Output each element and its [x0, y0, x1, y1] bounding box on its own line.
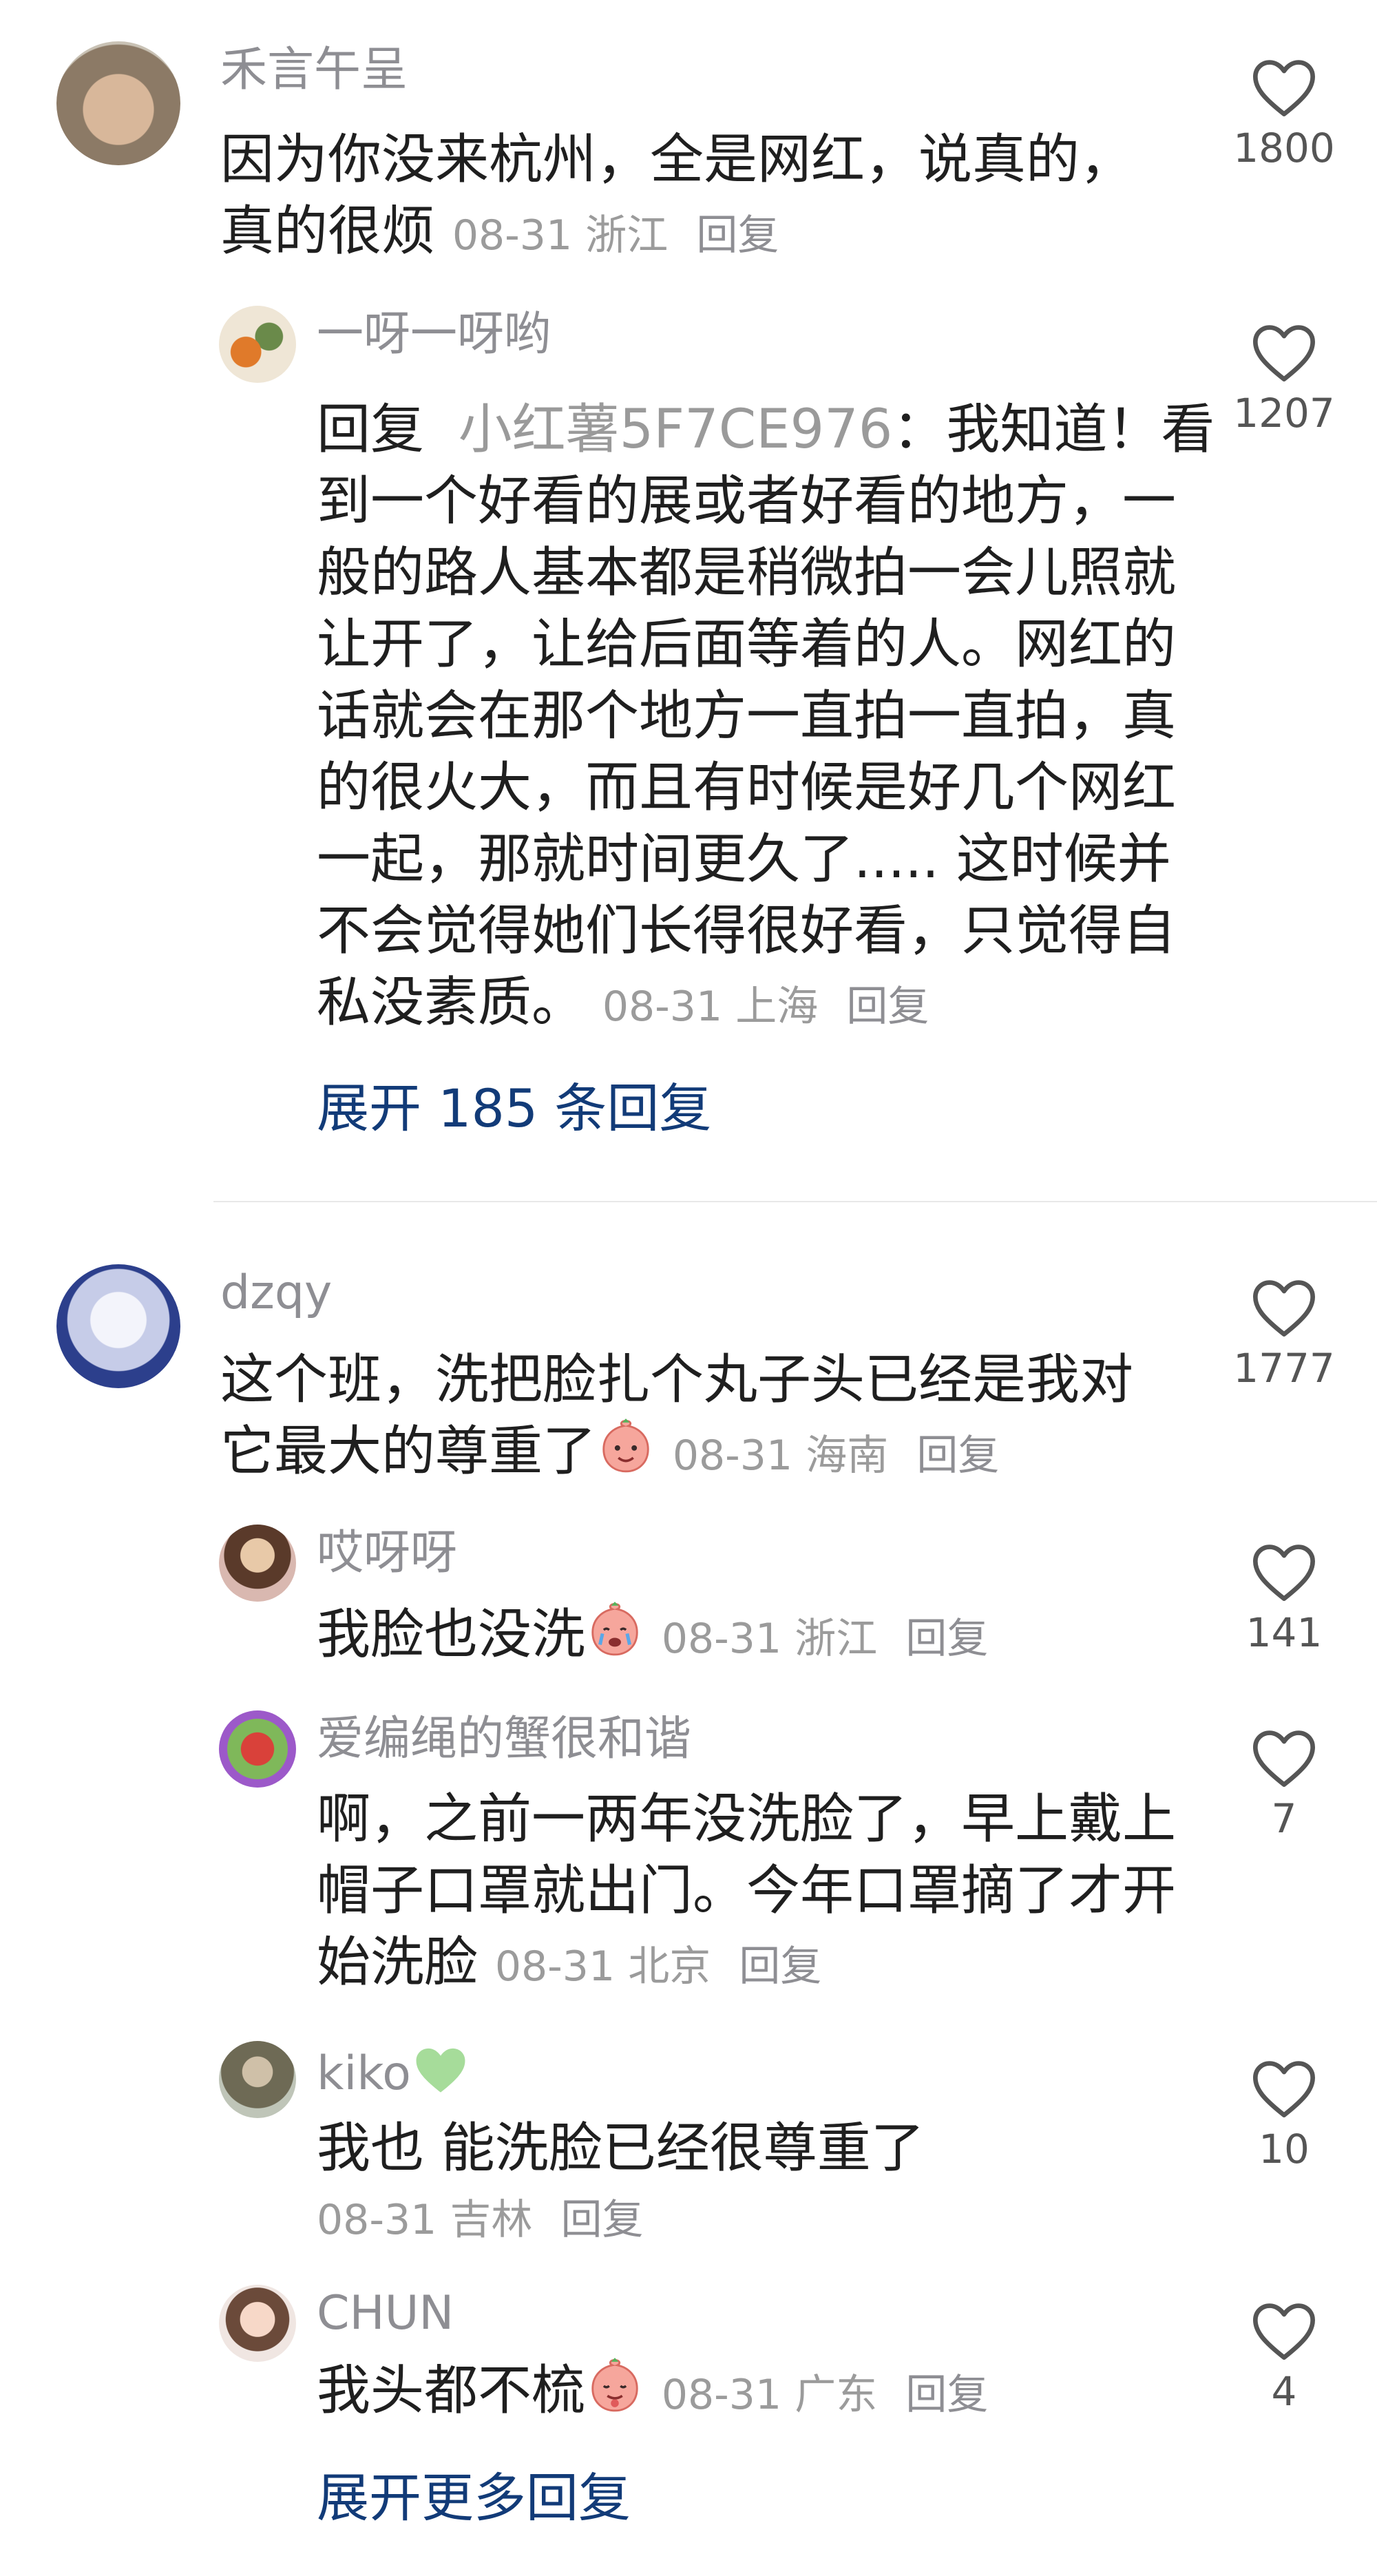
- reply-button[interactable]: 回复: [905, 2371, 988, 2419]
- reply-meta: 08-31 广东 回复: [662, 2371, 989, 2419]
- reply-line: 帽子口罩就出门。今年口罩摘了才开: [317, 1860, 1177, 1922]
- reply-text: 啊，之前一两年没洗脸了，早上戴上 帽子口罩就出门。今年口罩摘了才开 始洗脸 08…: [317, 1783, 1176, 2002]
- reply-date: 08-31: [661, 1615, 782, 1663]
- username[interactable]: kiko: [317, 2042, 470, 2102]
- comment-meta: 08-31 海南 回复: [673, 1432, 1000, 1480]
- reply-text: 回复 小红薯5F7CE976：我知道！看 到一个好看的展或者好看的地方，一 般的…: [317, 394, 1215, 1043]
- avatar[interactable]: [219, 1525, 296, 1602]
- heart-outline-icon: [1253, 60, 1315, 116]
- comment-date: 08-31: [452, 211, 573, 260]
- expand-more-replies-button[interactable]: 展开更多回复: [317, 2465, 631, 2531]
- reply-button[interactable]: 回复: [739, 1943, 821, 1991]
- reply-location: 广东: [795, 2371, 878, 2419]
- avatar[interactable]: [219, 2041, 296, 2118]
- reply-button[interactable]: 回复: [916, 1432, 999, 1480]
- reply-button[interactable]: 回复: [846, 983, 929, 1031]
- emoji-face-icon: [585, 1600, 644, 1677]
- like-count: 7: [1271, 1795, 1297, 1842]
- reply-date: 08-31: [494, 1943, 616, 1991]
- mention-link[interactable]: 小红薯5F7CE976: [459, 399, 893, 461]
- green-heart-icon: [416, 2048, 465, 2093]
- like-count: 1207: [1233, 390, 1335, 437]
- avatar[interactable]: [219, 1710, 296, 1788]
- like-button[interactable]: 7: [1215, 1726, 1353, 1843]
- like-count: 141: [1245, 1609, 1323, 1656]
- like-button[interactable]: 10: [1215, 2056, 1353, 2173]
- username[interactable]: 一呀一呀哟: [317, 307, 551, 362]
- reply-meta: 08-31 吉林 回复: [317, 2184, 925, 2256]
- reply-line: 到一个好看的展或者好看的地方，一: [317, 470, 1177, 532]
- heart-outline-icon: [1253, 2303, 1315, 2360]
- emoji-face-icon: [585, 2356, 644, 2433]
- reply-button[interactable]: 回复: [696, 211, 779, 260]
- reply-line: 私没素质。: [317, 972, 586, 1034]
- heart-outline-icon: [1253, 325, 1315, 381]
- heart-outline-icon: [1253, 1730, 1315, 1787]
- reply-line: 让开了，让给后面等着的人。网红的: [317, 614, 1177, 676]
- reply-line: 我头都不梳: [317, 2360, 586, 2422]
- reply-meta: 08-31 北京 回复: [495, 1943, 822, 1991]
- avatar[interactable]: [219, 2285, 296, 2362]
- reply-location: 吉林: [450, 2196, 533, 2244]
- reply-text: 我头都不梳 08-31 广东 回复: [317, 2355, 988, 2433]
- heart-outline-icon: [1253, 1280, 1315, 1337]
- comment-location: 浙江: [585, 211, 669, 260]
- expand-replies-button[interactable]: 展开 185 条回复: [317, 1076, 711, 1142]
- username[interactable]: CHUN: [317, 2286, 454, 2341]
- reply-location: 上海: [735, 983, 819, 1031]
- comment-text: 因为你没来杭州，全是网红，说真的， 真的很烦 08-31 浙江 回复: [220, 124, 1133, 271]
- reply-text: 我脸也没洗 08-31 浙江 回复: [317, 1599, 988, 1677]
- reply-line: 一起，那就时间更久了..... 这时候并: [317, 828, 1171, 890]
- reply-meta: 08-31 浙江 回复: [662, 1615, 989, 1663]
- reply-date: 08-31: [661, 2371, 782, 2419]
- reply-line: 的很火大，而且有时候是好几个网红: [317, 757, 1177, 819]
- emoji-face-icon: [596, 1417, 655, 1494]
- reply-line: 我脸也没洗: [317, 1604, 586, 1666]
- reply-meta: 08-31 上海 回复: [602, 983, 929, 1031]
- like-count: 1800: [1233, 125, 1335, 171]
- like-count: 10: [1259, 2126, 1310, 2172]
- reply-location: 浙江: [795, 1615, 878, 1663]
- username-text: kiko: [317, 2046, 411, 2101]
- reply-line: 始洗脸: [317, 1931, 479, 1993]
- comment-line: 它最大的尊重了: [220, 1421, 597, 1483]
- reply-line: ：我知道！看: [892, 399, 1215, 461]
- like-count: 4: [1271, 2368, 1297, 2415]
- comment-location: 海南: [806, 1432, 889, 1480]
- comment-text: 这个班，洗把脸扎个丸子头已经是我对 它最大的尊重了 08-31 海南 回复: [220, 1344, 1133, 1494]
- avatar[interactable]: [56, 41, 180, 165]
- reply-date: 08-31: [317, 2196, 437, 2244]
- reply-prefix: 回复: [317, 399, 425, 461]
- like-button[interactable]: 1207: [1215, 320, 1353, 437]
- reply-location: 北京: [628, 1943, 711, 1991]
- comment-line: 这个班，洗把脸扎个丸子头已经是我对: [220, 1349, 1134, 1411]
- comment-line: 因为你没来杭州，全是网红，说真的，: [220, 129, 1134, 191]
- like-button[interactable]: 4: [1215, 2298, 1353, 2416]
- divider: [213, 1201, 1377, 1202]
- reply-button[interactable]: 回复: [905, 1615, 988, 1663]
- reply-line: 般的路人基本都是稍微拍一会儿照就: [317, 542, 1177, 604]
- comment-line: 真的很烦: [220, 200, 436, 262]
- like-button[interactable]: 1800: [1215, 55, 1353, 172]
- like-button[interactable]: 141: [1215, 1540, 1353, 1657]
- comment-meta: 08-31 浙江 回复: [452, 211, 779, 260]
- heart-outline-icon: [1253, 2061, 1315, 2117]
- reply-line: 我也 能洗脸已经很尊重了: [317, 2117, 925, 2179]
- reply-line: 不会觉得她们长得很好看，只觉得自: [317, 900, 1177, 962]
- reply-date: 08-31: [602, 983, 723, 1031]
- heart-outline-icon: [1253, 1544, 1315, 1601]
- like-count: 1777: [1233, 1345, 1335, 1392]
- avatar[interactable]: [56, 1264, 180, 1388]
- reply-line: 啊，之前一两年没洗脸了，早上戴上: [317, 1788, 1177, 1850]
- username[interactable]: 爱编绳的蟹很和谐: [317, 1712, 691, 1767]
- comment-date: 08-31: [672, 1432, 793, 1480]
- username[interactable]: 禾言午呈: [220, 43, 408, 98]
- reply-button[interactable]: 回复: [561, 2196, 644, 2244]
- like-button[interactable]: 1777: [1215, 1275, 1353, 1392]
- reply-text: 我也 能洗脸已经很尊重了 08-31 吉林 回复: [317, 2113, 925, 2256]
- username[interactable]: dzqy: [220, 1266, 332, 1321]
- reply-line: 话就会在那个地方一直拍一直拍，真: [317, 685, 1177, 747]
- username[interactable]: 哎呀呀: [317, 1526, 457, 1581]
- avatar[interactable]: [219, 306, 296, 383]
